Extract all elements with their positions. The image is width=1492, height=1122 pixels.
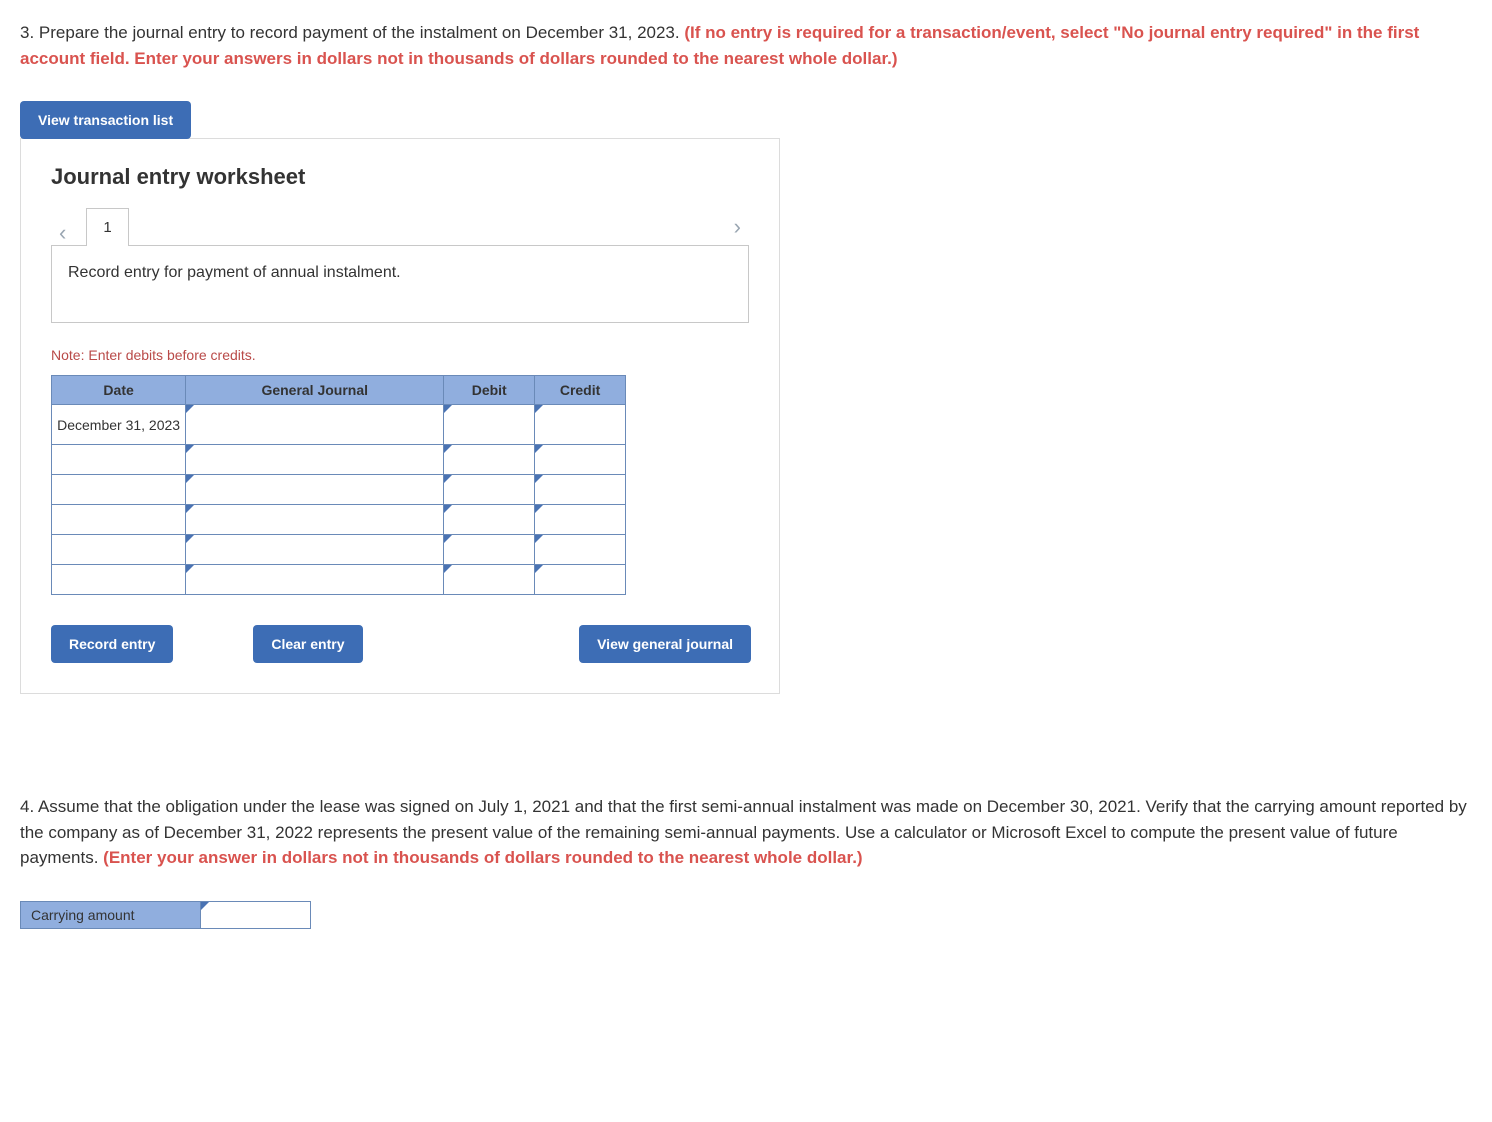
carrying-amount-input[interactable] bbox=[201, 901, 311, 928]
cell-debit-2[interactable] bbox=[444, 475, 535, 505]
cell-debit-3[interactable] bbox=[444, 505, 535, 535]
cell-credit-4[interactable] bbox=[535, 535, 626, 565]
worksheet-nav: ‹ 1 › bbox=[51, 208, 749, 246]
instruction-box: Record entry for payment of annual insta… bbox=[51, 245, 749, 323]
clear-entry-button[interactable]: Clear entry bbox=[253, 625, 362, 663]
worksheet-container: Journal entry worksheet ‹ 1 › Record ent… bbox=[20, 138, 780, 694]
view-general-journal-button[interactable]: View general journal bbox=[579, 625, 751, 663]
carrying-amount-label: Carrying amount bbox=[21, 901, 201, 928]
worksheet-title: Journal entry worksheet bbox=[51, 164, 749, 190]
chevron-right-icon[interactable]: › bbox=[726, 214, 749, 240]
cell-credit-0[interactable] bbox=[535, 405, 626, 445]
cell-date-2 bbox=[52, 475, 186, 505]
table-row bbox=[52, 475, 626, 505]
question-3-text: 3. Prepare the journal entry to record p… bbox=[20, 20, 1472, 71]
table-row bbox=[52, 505, 626, 535]
header-credit: Credit bbox=[535, 376, 626, 405]
nav-left: ‹ 1 bbox=[51, 208, 129, 246]
cell-debit-1[interactable] bbox=[444, 445, 535, 475]
cell-gj-3[interactable] bbox=[186, 505, 444, 535]
cell-date-0: December 31, 2023 bbox=[52, 405, 186, 445]
cell-gj-0[interactable] bbox=[186, 405, 444, 445]
record-entry-button[interactable]: Record entry bbox=[51, 625, 173, 663]
question-4-number: 4. bbox=[20, 797, 34, 816]
table-row bbox=[52, 445, 626, 475]
cell-gj-2[interactable] bbox=[186, 475, 444, 505]
cell-gj-5[interactable] bbox=[186, 565, 444, 595]
header-debit: Debit bbox=[444, 376, 535, 405]
cell-date-5 bbox=[52, 565, 186, 595]
cell-debit-5[interactable] bbox=[444, 565, 535, 595]
note-text: Note: Enter debits before credits. bbox=[51, 347, 749, 363]
cell-debit-0[interactable] bbox=[444, 405, 535, 445]
cell-gj-1[interactable] bbox=[186, 445, 444, 475]
cell-credit-2[interactable] bbox=[535, 475, 626, 505]
question-3-pre: Prepare the journal entry to record paym… bbox=[34, 23, 684, 42]
question-4-text: 4. Assume that the obligation under the … bbox=[20, 794, 1472, 871]
chevron-left-icon[interactable]: ‹ bbox=[51, 220, 74, 246]
cell-credit-3[interactable] bbox=[535, 505, 626, 535]
cell-credit-5[interactable] bbox=[535, 565, 626, 595]
header-general-journal: General Journal bbox=[186, 376, 444, 405]
table-row bbox=[52, 535, 626, 565]
table-row: December 31, 2023 bbox=[52, 405, 626, 445]
button-row: Record entry Clear entry View general jo… bbox=[51, 625, 751, 663]
journal-table: Date General Journal Debit Credit Decemb… bbox=[51, 375, 626, 595]
table-row bbox=[52, 565, 626, 595]
instruction-text: Record entry for payment of annual insta… bbox=[68, 264, 401, 281]
header-date: Date bbox=[52, 376, 186, 405]
cell-date-1 bbox=[52, 445, 186, 475]
question-4-red: (Enter your answer in dollars not in tho… bbox=[103, 848, 862, 867]
cell-date-3 bbox=[52, 505, 186, 535]
cell-date-4 bbox=[52, 535, 186, 565]
button-row-left: Record entry Clear entry bbox=[51, 625, 363, 663]
question-4-container: 4. Assume that the obligation under the … bbox=[20, 794, 1472, 929]
cell-debit-4[interactable] bbox=[444, 535, 535, 565]
view-transaction-list-button[interactable]: View transaction list bbox=[20, 101, 191, 139]
carrying-row: Carrying amount bbox=[21, 901, 311, 928]
cell-gj-4[interactable] bbox=[186, 535, 444, 565]
question-3-number: 3. bbox=[20, 23, 34, 42]
carrying-amount-table: Carrying amount bbox=[20, 901, 311, 929]
table-header-row: Date General Journal Debit Credit bbox=[52, 376, 626, 405]
cell-credit-1[interactable] bbox=[535, 445, 626, 475]
tab-1[interactable]: 1 bbox=[86, 208, 128, 246]
